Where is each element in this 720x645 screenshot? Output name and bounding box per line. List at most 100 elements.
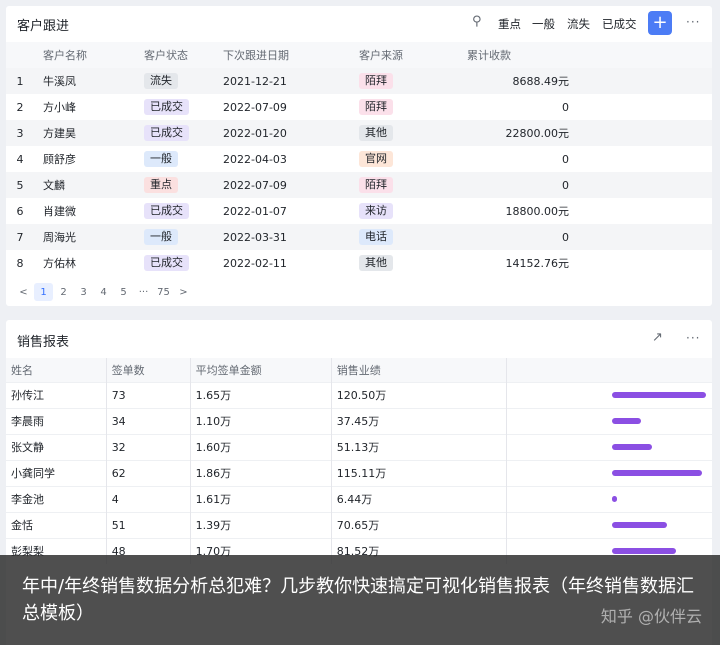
- amount-value: 22800.00元: [467, 120, 569, 146]
- add-record-button[interactable]: +: [648, 11, 672, 35]
- column-header-next-date[interactable]: 下次跟进日期: [223, 42, 359, 68]
- table-row[interactable]: 8 方佑林 已成交 2022-02-11 其他 14152.76元: [6, 250, 712, 276]
- expand-icon[interactable]: ↗: [652, 330, 663, 345]
- deal-count: 4: [106, 485, 191, 512]
- table-row[interactable]: 金恬 51 1.39万 70.65万: [6, 511, 712, 538]
- customer-name: 文麟: [34, 172, 144, 198]
- avg-deal-amount: 1.65万: [190, 381, 332, 408]
- followup-title: 客户跟进: [17, 19, 70, 34]
- status-badge: 一般: [144, 229, 178, 245]
- sales-performance: 120.50万: [331, 381, 508, 408]
- column-header-deals[interactable]: 签单数: [106, 358, 191, 382]
- performance-bar: [612, 548, 712, 555]
- table-row[interactable]: 4 顾舒彦 一般 2022-04-03 官网 0: [6, 146, 712, 172]
- performance-bar-fill: [612, 548, 676, 555]
- filter-key-button[interactable]: 重点: [498, 16, 521, 32]
- amount-value: 14152.76元: [467, 250, 569, 276]
- row-index: 8: [6, 250, 34, 276]
- performance-bar: [612, 496, 712, 502]
- source-badge: 官网: [359, 151, 393, 167]
- column-header-avg-amount[interactable]: 平均签单金额: [190, 358, 332, 382]
- amount-value: 0: [467, 172, 569, 198]
- next-page-button[interactable]: >: [174, 283, 193, 301]
- customer-name: 方佑林: [34, 250, 144, 276]
- performance-bar-fill: [612, 392, 706, 398]
- sales-more-options-icon[interactable]: ···: [686, 331, 700, 345]
- table-row[interactable]: 2 方小峰 已成交 2022-07-09 陌拜 0: [6, 94, 712, 120]
- search-icon[interactable]: ⚲: [472, 14, 482, 29]
- table-row[interactable]: 1 牛溪凤 流失 2021-12-21 陌拜 8688.49元: [6, 68, 712, 94]
- more-options-icon[interactable]: ···: [686, 15, 700, 29]
- column-header-source[interactable]: 客户来源: [359, 42, 467, 68]
- status-badge: 已成交: [144, 125, 189, 141]
- status-badge: 一般: [144, 151, 178, 167]
- performance-bar: [612, 392, 712, 398]
- next-followup-date: 2022-02-11: [223, 250, 359, 276]
- sales-title: 销售报表: [17, 335, 70, 350]
- seller-name: 孙传江: [6, 381, 107, 408]
- performance-bar-fill: [612, 496, 617, 502]
- table-row[interactable]: 3 方建昊 已成交 2022-01-20 其他 22800.00元: [6, 120, 712, 146]
- column-header-bar: [506, 358, 712, 382]
- status-badge: 已成交: [144, 99, 189, 115]
- sales-performance: 37.45万: [331, 407, 508, 434]
- table-row[interactable]: 7 周海光 一般 2022-03-31 电话 0: [6, 224, 712, 250]
- next-followup-date: 2022-03-31: [223, 224, 359, 250]
- source-badge: 来访: [359, 203, 393, 219]
- next-followup-date: 2022-07-09: [223, 94, 359, 120]
- seller-name: 小龚同学: [6, 459, 107, 486]
- customer-name: 肖建微: [34, 198, 144, 224]
- row-index: 3: [6, 120, 34, 146]
- deal-count: 73: [106, 381, 191, 408]
- seller-name: 李晨雨: [6, 407, 107, 434]
- deal-count: 32: [106, 433, 191, 460]
- table-row[interactable]: 李晨雨 34 1.10万 37.45万: [6, 407, 712, 434]
- column-header-amount[interactable]: 累计收款: [467, 42, 569, 68]
- page-button[interactable]: 3: [74, 283, 93, 301]
- page-button[interactable]: 4: [94, 283, 113, 301]
- row-index: 1: [6, 68, 34, 94]
- filter-lost-button[interactable]: 流失: [567, 16, 590, 32]
- source-badge: 陌拜: [359, 99, 393, 115]
- filter-normal-button[interactable]: 一般: [532, 16, 555, 32]
- customer-name: 牛溪凤: [34, 68, 144, 94]
- column-header-performance[interactable]: 销售业绩: [331, 358, 508, 382]
- performance-bar: [612, 522, 712, 528]
- table-row[interactable]: 5 文麟 重点 2022-07-09 陌拜 0: [6, 172, 712, 198]
- table-row[interactable]: 孙传江 73 1.65万 120.50万: [6, 381, 712, 408]
- seller-name: 金恬: [6, 511, 107, 538]
- performance-bar: [612, 444, 712, 450]
- sales-performance: 6.44万: [331, 485, 508, 512]
- column-header-status[interactable]: 客户状态: [144, 42, 223, 68]
- page-button[interactable]: 75: [154, 283, 173, 301]
- page-button[interactable]: 5: [114, 283, 133, 301]
- source-badge: 其他: [359, 255, 393, 271]
- table-row[interactable]: 6 肖建微 已成交 2022-01-07 来访 18800.00元: [6, 198, 712, 224]
- column-header-seller[interactable]: 姓名: [6, 358, 107, 382]
- filter-closed-button[interactable]: 已成交: [602, 16, 637, 32]
- amount-value: 0: [467, 224, 569, 250]
- customer-name: 顾舒彦: [34, 146, 144, 172]
- sales-performance: 51.13万: [331, 433, 508, 460]
- table-row[interactable]: 李金池 4 1.61万 6.44万: [6, 485, 712, 512]
- status-badge: 已成交: [144, 255, 189, 271]
- table-row[interactable]: 张文静 32 1.60万 51.13万: [6, 433, 712, 460]
- caption-overlay: 年中/年终销售数据分析总犯难？几步教你快速搞定可视化销售报表（年终销售数据汇总模…: [0, 555, 720, 645]
- performance-bar: [612, 470, 712, 476]
- performance-bar-fill: [612, 444, 652, 450]
- row-index: 4: [6, 146, 34, 172]
- index-header: [6, 42, 34, 68]
- next-followup-date: 2022-01-07: [223, 198, 359, 224]
- table-row[interactable]: 小龚同学 62 1.86万 115.11万: [6, 459, 712, 486]
- column-header-name[interactable]: 客户名称: [34, 42, 144, 68]
- page-button[interactable]: 1: [34, 283, 53, 301]
- column-header-filler: [569, 42, 712, 68]
- page-ellipsis[interactable]: ···: [134, 283, 153, 301]
- row-filler: [569, 120, 712, 146]
- amount-value: 0: [467, 94, 569, 120]
- page-button[interactable]: 2: [54, 283, 73, 301]
- prev-page-button[interactable]: <: [14, 283, 33, 301]
- avg-deal-amount: 1.39万: [190, 511, 332, 538]
- source-badge: 陌拜: [359, 73, 393, 89]
- row-index: 2: [6, 94, 34, 120]
